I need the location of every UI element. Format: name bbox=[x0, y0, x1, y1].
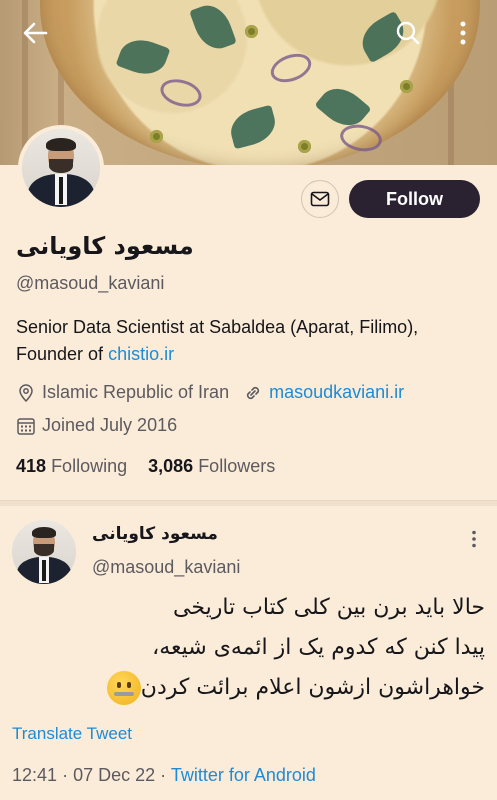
followers-stat[interactable]: 3,086 Followers bbox=[148, 456, 275, 476]
calendar-icon bbox=[16, 416, 36, 436]
tweet-time: 12:41 bbox=[12, 765, 58, 785]
tweet-date: 07 Dec 22 bbox=[73, 765, 156, 785]
tweet-source-link[interactable]: Twitter for Android bbox=[171, 765, 316, 785]
website-link[interactable]: masoudkaviani.ir bbox=[269, 382, 404, 403]
search-icon[interactable] bbox=[395, 20, 421, 46]
profile-handle: @masoud_kaviani bbox=[16, 273, 165, 293]
more-vertical-icon[interactable] bbox=[458, 21, 468, 45]
profile-avatar[interactable] bbox=[18, 125, 104, 211]
display-name: مسعود کاویانی bbox=[16, 232, 194, 260]
section-divider bbox=[0, 500, 497, 506]
profile-meta-joined-row: Joined July 2016 bbox=[16, 415, 177, 436]
following-count: 418 bbox=[16, 456, 47, 476]
tweet-more-icon[interactable] bbox=[469, 530, 479, 552]
translate-tweet-link[interactable]: Translate Tweet bbox=[12, 724, 132, 744]
followers-count: 3,086 bbox=[148, 456, 194, 476]
follow-button[interactable]: Follow bbox=[349, 180, 480, 218]
mail-icon bbox=[310, 191, 330, 207]
location-text: Islamic Republic of Iran bbox=[42, 382, 230, 402]
tweet-author-handle[interactable]: @masoud_kaviani bbox=[92, 557, 240, 578]
arrow-left-icon[interactable] bbox=[22, 21, 48, 45]
profile-meta-location-row: Islamic Republic of Iran masoudkaviani.i… bbox=[16, 382, 404, 403]
bio-text: Senior Data Scientist at Sabaldea (Apara… bbox=[16, 317, 419, 364]
following-stat[interactable]: 418 Following bbox=[16, 456, 127, 476]
zipper-mouth-face-icon bbox=[106, 671, 141, 705]
followers-label: Followers bbox=[198, 456, 276, 476]
tweet-author-avatar[interactable] bbox=[12, 520, 76, 584]
following-label: Following bbox=[51, 456, 128, 476]
follow-stats: 418 Following 3,086 Followers bbox=[16, 456, 275, 477]
tweet-line: خواهراشون ازشون اعلام برائت کردن bbox=[140, 675, 485, 700]
tweet-line: حالا باید برن بین کلی کتاب تاریخی bbox=[173, 595, 485, 620]
bio-link[interactable]: chistio.ir bbox=[108, 344, 174, 364]
tweet-meta: 12:41 · 07 Dec 22 · Twitter for Android bbox=[12, 765, 316, 785]
joined-text: Joined July 2016 bbox=[42, 415, 178, 435]
tweet-author-name[interactable]: مسعود کاویانی bbox=[92, 524, 218, 544]
profile-bio: Senior Data Scientist at Sabaldea (Apara… bbox=[16, 314, 486, 368]
location-pin-icon bbox=[16, 383, 36, 403]
tweet-text: حالا باید برن بین کلی کتاب تاریخی پیدا ک… bbox=[12, 588, 485, 708]
link-icon bbox=[243, 383, 263, 403]
tweet-line: پیدا کنن که کدوم یک از ائمه‌ی شیعه، bbox=[152, 635, 485, 660]
message-button[interactable] bbox=[301, 180, 339, 218]
